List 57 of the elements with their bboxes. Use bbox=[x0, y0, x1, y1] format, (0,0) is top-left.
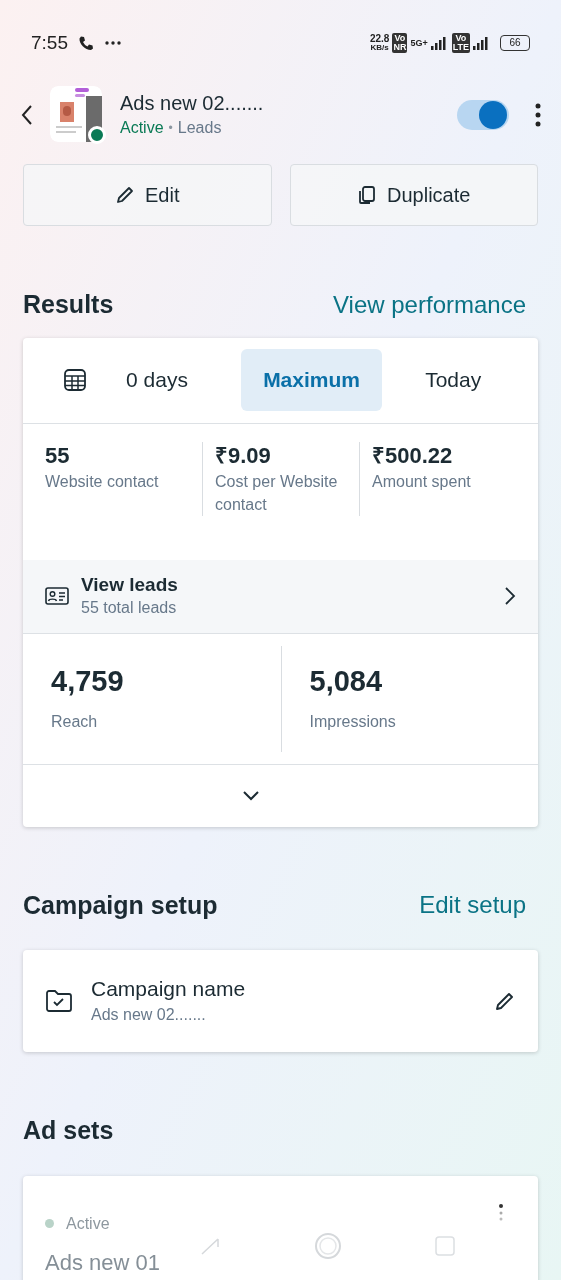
section-link[interactable]: View performance bbox=[333, 286, 526, 323]
battery-level: 66 bbox=[509, 38, 521, 48]
section-title: Ad sets bbox=[23, 1115, 114, 1146]
leads-count: 55 total leads bbox=[81, 598, 178, 618]
separator-dot: • bbox=[168, 120, 173, 137]
pencil-icon[interactable] bbox=[494, 990, 516, 1012]
ad-title: Ads new 02....... bbox=[120, 91, 265, 116]
folder-check-icon bbox=[45, 989, 73, 1013]
more-icon[interactable] bbox=[535, 103, 541, 127]
status-label: Active bbox=[120, 118, 164, 138]
range-tab[interactable]: Today bbox=[382, 349, 524, 411]
metric-label: Amount spent bbox=[372, 471, 472, 492]
toggle-switch[interactable] bbox=[457, 100, 509, 130]
speed-unit: KB/s bbox=[370, 43, 389, 52]
section-link[interactable]: Edit setup bbox=[419, 887, 526, 924]
section-title: Results bbox=[23, 289, 114, 320]
metric-label: Website contact bbox=[45, 471, 160, 492]
metric-value: ₹500.22 bbox=[372, 441, 454, 470]
contact-card-icon bbox=[45, 587, 69, 605]
stat-value: 4,759 bbox=[51, 663, 125, 698]
more-icon bbox=[104, 40, 122, 46]
status-time: 7:55 bbox=[31, 30, 68, 55]
signal-icon bbox=[430, 36, 449, 50]
phone-icon bbox=[78, 35, 94, 51]
badge-text: LTE bbox=[452, 43, 469, 52]
stat-value: 5,084 bbox=[309, 663, 384, 698]
leads-title: View leads bbox=[81, 573, 179, 597]
badge-text: NR bbox=[393, 43, 407, 52]
metric-label: Cost per Website contact bbox=[215, 471, 339, 515]
view-leads-row[interactable]: View leads 55 total leads bbox=[23, 559, 538, 634]
network-type: 5G+ bbox=[410, 39, 428, 47]
chevron-down-icon[interactable] bbox=[241, 789, 260, 802]
status-label: Active bbox=[66, 1213, 110, 1234]
campaign-name: Ads new 02....... bbox=[91, 1005, 207, 1025]
edit-button[interactable]: Edit bbox=[23, 164, 272, 226]
calendar-icon bbox=[63, 369, 86, 391]
range-tab[interactable]: 0 days bbox=[112, 349, 241, 411]
campaign-card[interactable]: Campaign name Ads new 02....... bbox=[23, 950, 538, 1052]
metric-value: ₹9.09 bbox=[215, 441, 272, 470]
back-icon[interactable] bbox=[20, 104, 34, 126]
duplicate-button[interactable]: Duplicate bbox=[289, 164, 538, 226]
pencil-icon bbox=[115, 185, 135, 205]
stat-label: Reach bbox=[51, 711, 99, 732]
objective-label: Leads bbox=[177, 118, 222, 138]
campaign-label: Campaign name bbox=[91, 976, 247, 1002]
metric-value: 55 bbox=[45, 441, 71, 470]
more-icon[interactable] bbox=[499, 1203, 503, 1222]
copy-icon bbox=[357, 185, 378, 205]
chevron-right-icon bbox=[504, 586, 516, 606]
stat-label: Impressions bbox=[309, 711, 397, 732]
range-tab[interactable]: Maximum bbox=[240, 349, 383, 411]
section-title: Campaign setup bbox=[23, 889, 218, 921]
signal-icon bbox=[473, 36, 491, 50]
badge-text: Vo bbox=[455, 34, 467, 43]
network-speed: 22.8 bbox=[369, 34, 390, 43]
ad-set-name: Ads new 01 bbox=[45, 1248, 160, 1277]
badge-text: Vo bbox=[394, 34, 406, 43]
